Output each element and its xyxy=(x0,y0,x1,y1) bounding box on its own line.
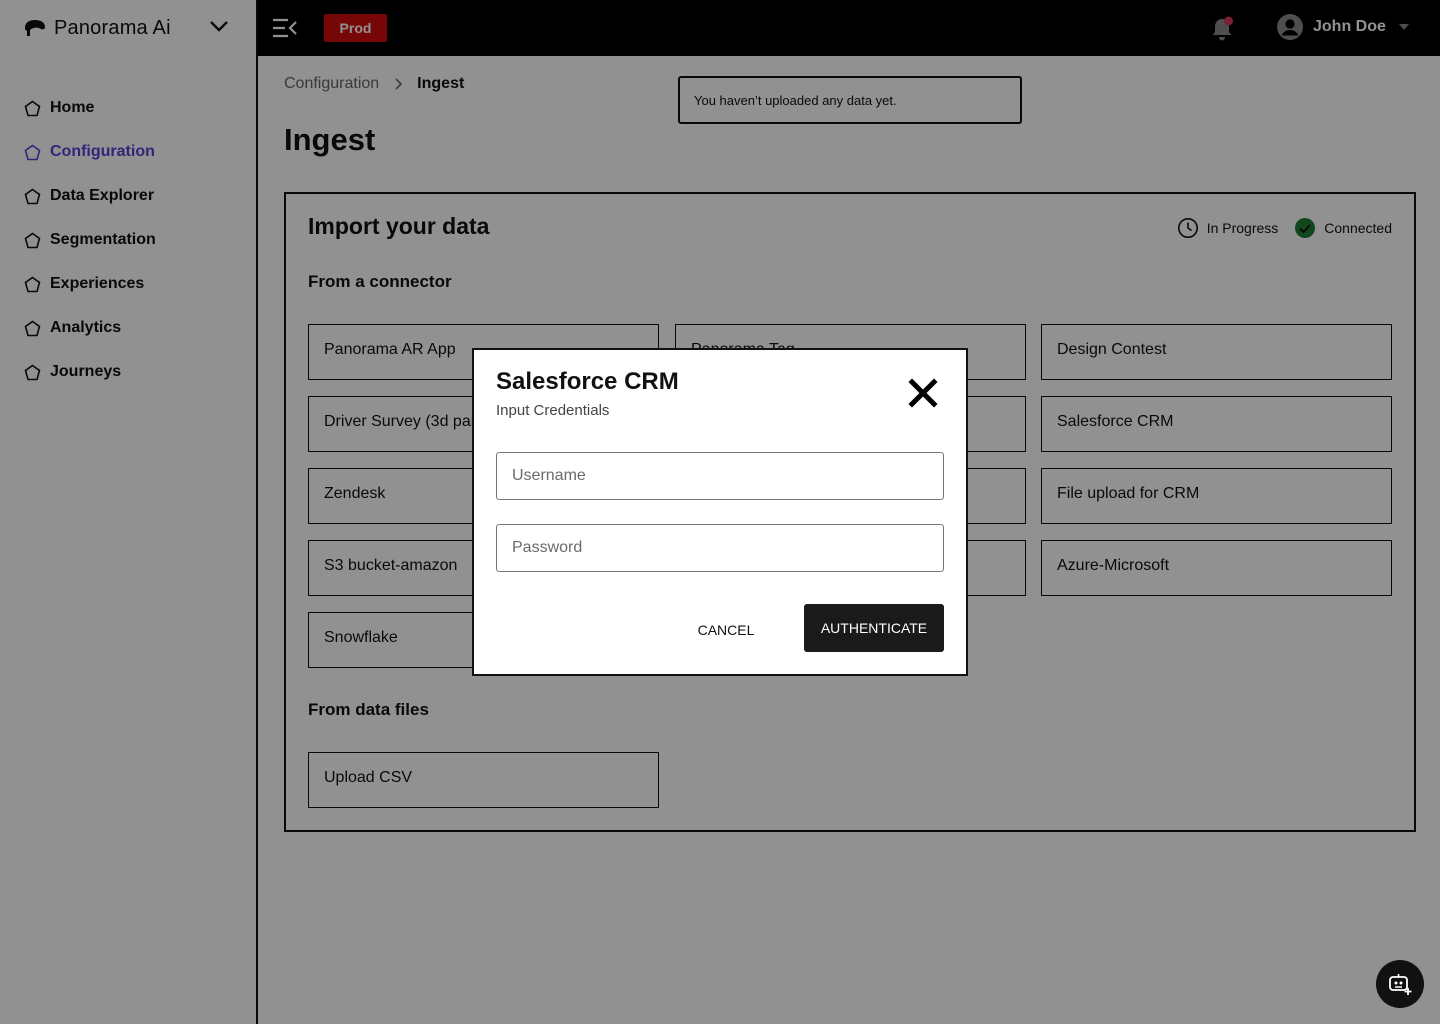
modal-title: Salesforce CRM xyxy=(496,368,679,395)
chatbot-icon xyxy=(1389,974,1412,995)
assistant-button[interactable] xyxy=(1376,960,1424,1008)
authenticate-button[interactable]: AUTHENTICATE xyxy=(804,604,944,652)
credentials-modal: Salesforce CRM Input Credentials CANCEL … xyxy=(472,348,968,676)
password-input[interactable] xyxy=(496,524,944,572)
modal-subtitle: Input Credentials xyxy=(496,402,610,419)
cancel-button[interactable]: CANCEL xyxy=(684,606,768,654)
username-input[interactable] xyxy=(496,452,944,500)
close-icon[interactable] xyxy=(908,378,938,408)
